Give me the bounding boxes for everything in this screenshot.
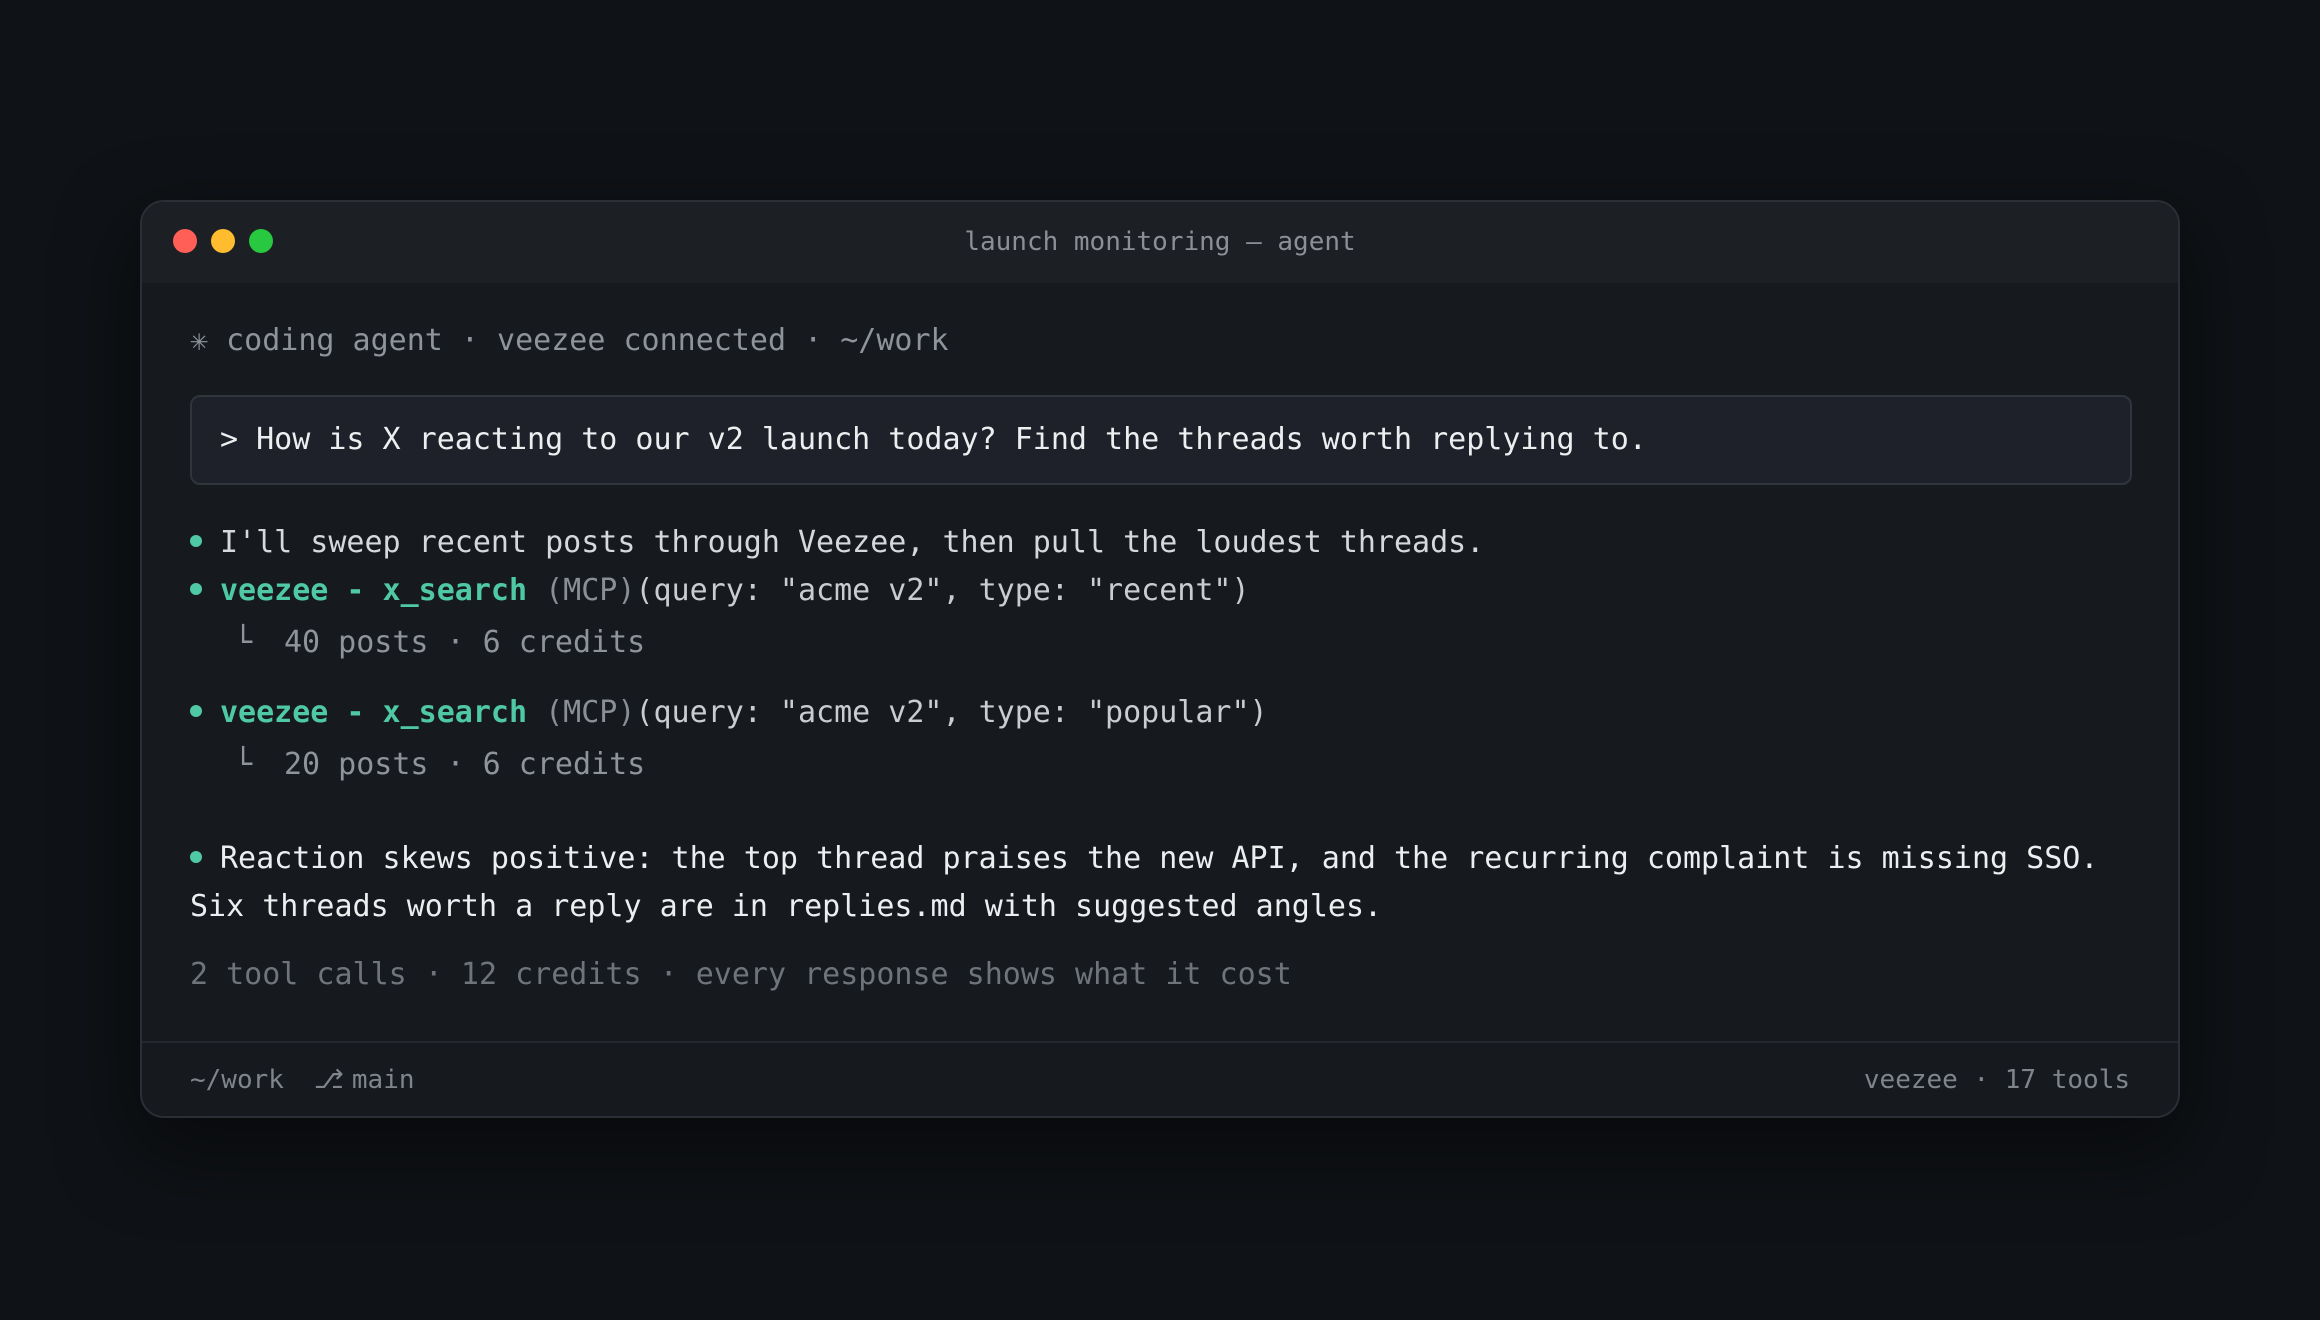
message-bullet-icon [190,850,202,863]
session-info: coding agent · veezee connected · ~/work [226,323,949,358]
message-bullet-icon [190,582,202,595]
tools-status: veezee · 17 tools [1863,1065,2130,1095]
terminal-window: launch monitoring — agent ✳ coding agent… [140,200,2180,1118]
tool-args: (query: "acme v2", type: "recent") [635,573,1250,608]
session-header: ✳ coding agent · veezee connected · ~/wo… [190,323,949,358]
tool-tag: (MCP) [545,573,636,608]
tree-elbow-icon: └ [234,747,253,782]
tool-name: veezee - x_search [220,573,528,608]
git-branch: main [351,1065,415,1095]
tool-result-text: 20 posts · 6 credits [284,747,646,782]
title-bar: launch monitoring — agent [142,202,2178,283]
tool-tag: (MCP) [545,695,636,730]
usage-stats: 2 tool calls · 12 credits · every respon… [190,957,1292,992]
message-bullet-icon [190,704,202,717]
message-bullet-icon [190,534,202,547]
minimize-window-button[interactable] [211,229,235,253]
asterisk-icon: ✳ [190,323,209,358]
tool-call-1: veezee - x_search (MCP)(query: "acme v2"… [190,567,1250,615]
git-branch-icon: ⎇ [313,1065,344,1095]
window-title: launch monitoring — agent [964,227,1356,257]
tool-result-text: 40 posts · 6 credits [284,625,646,660]
tree-elbow-icon: └ [234,625,253,660]
maximize-window-button[interactable] [249,229,273,253]
tool-args: (query: "acme v2", type: "popular") [635,695,1268,730]
status-left: ~/work ⎇ main [190,1043,415,1116]
agent-message-summary: Reaction skews positive: the top thread … [190,835,2132,931]
tool-call-2: veezee - x_search (MCP)(query: "acme v2"… [190,689,1268,737]
summary-text: Reaction skews positive: the top thread … [190,841,2099,924]
tool-result-1: └ 40 posts · 6 credits [234,619,645,667]
tool-name: veezee - x_search [220,695,528,730]
status-bar: ~/work ⎇ main veezee · 17 tools [142,1041,2178,1116]
working-directory: ~/work [190,1065,284,1095]
tool-result-2: └ 20 posts · 6 credits [234,741,645,789]
agent-message-intro: I'll sweep recent posts through Veezee, … [190,519,1484,567]
intro-text: I'll sweep recent posts through Veezee, … [220,525,1485,560]
close-window-button[interactable] [173,229,197,253]
user-prompt: > How is X reacting to our v2 launch tod… [190,395,2132,485]
